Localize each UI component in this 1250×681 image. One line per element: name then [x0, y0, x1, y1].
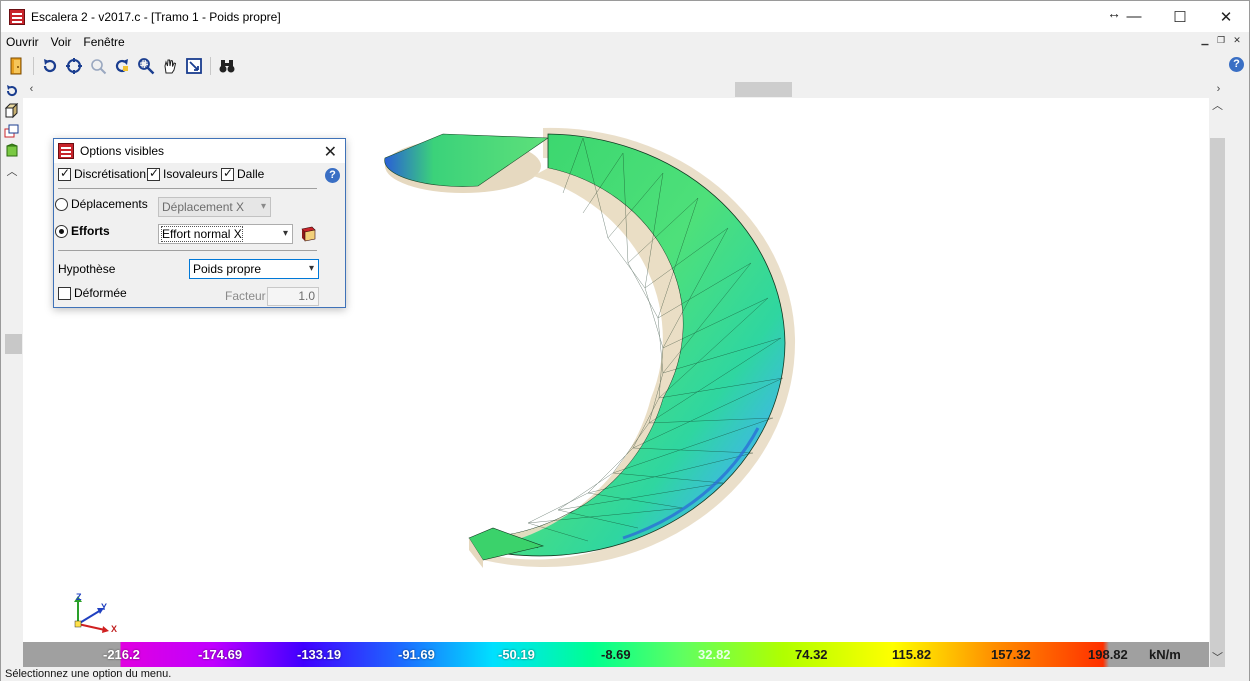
legend-value-7: 74.32 — [795, 647, 828, 662]
close-button[interactable]: ✕ — [1203, 1, 1249, 32]
effort-select[interactable]: Effort normal X ▾ — [158, 224, 293, 244]
scroll-down-arrow-icon[interactable]: ﹀ — [1209, 650, 1226, 667]
open-door-icon[interactable] — [5, 55, 28, 77]
menu-ouvrir[interactable]: Ouvrir — [1, 35, 45, 49]
legend-value-10: 198.82 — [1088, 647, 1128, 662]
legend-value-3: -91.69 — [398, 647, 435, 662]
dialog-help-icon[interactable]: ? — [325, 168, 340, 183]
checkbox-discretisation-row[interactable]: Discrétisation — [58, 166, 147, 181]
fit-view-icon[interactable] — [182, 55, 205, 77]
hypothese-select-value: Poids propre — [193, 262, 262, 276]
binoculars-icon[interactable] — [215, 55, 238, 77]
axis-x-label: X — [111, 624, 118, 634]
book-icon[interactable] — [300, 226, 317, 242]
scroll-up-arrow-icon[interactable]: ︿ — [1209, 98, 1226, 115]
legend-value-0: -216.2 — [103, 647, 140, 662]
checkbox-isovaleurs[interactable] — [147, 166, 160, 181]
legend-value-9: 157.32 — [991, 647, 1031, 662]
facteur-label: Facteur — [225, 289, 266, 303]
legend-value-6: 32.82 — [698, 647, 731, 662]
dialog-app-icon — [58, 143, 74, 159]
app-window: Escalera 2 - v2017.c - [Tramo 1 - Poids … — [0, 0, 1250, 681]
deplacement-select: Déplacement X ▾ — [158, 197, 271, 217]
radio-efforts[interactable] — [55, 224, 68, 238]
horizontal-scroll-thumb[interactable] — [735, 82, 792, 97]
scroll-left-arrow-icon[interactable]: ‹ — [23, 81, 40, 98]
legend-value-5: -8.69 — [601, 647, 631, 662]
cube-view-icon[interactable] — [2, 101, 22, 121]
checkbox-deformee[interactable] — [58, 286, 71, 300]
status-bar: Sélectionnez une option du menu. — [1, 667, 1249, 681]
axis-z-label: Z — [76, 592, 82, 602]
title-bar: Escalera 2 - v2017.c - [Tramo 1 - Poids … — [1, 1, 1249, 32]
radio-deplacements[interactable] — [55, 197, 68, 211]
radio-efforts-label: Efforts — [71, 224, 110, 238]
checkbox-deformee-label: Déformée — [74, 286, 127, 300]
scroll-right-arrow-icon[interactable]: › — [1210, 81, 1227, 98]
results-view-icon[interactable] — [2, 141, 22, 161]
collapse-chevron-icon[interactable]: ︿ — [2, 161, 22, 181]
chevron-down-icon: ▾ — [282, 228, 288, 239]
checkbox-dalle-label: Dalle — [237, 167, 265, 181]
mdi-controls: ▁ ❐ ✕ — [1199, 35, 1243, 47]
menu-bar: Ouvrir Voir Fenêtre — [1, 32, 1249, 52]
zoom-extents-icon[interactable] — [62, 55, 85, 77]
hypothese-label: Hypothèse — [58, 262, 116, 276]
dialog-title-bar[interactable]: Options visibles ✕ — [54, 139, 345, 163]
dialog-separator — [58, 188, 317, 189]
hypothese-select[interactable]: Poids propre ▾ — [189, 259, 319, 279]
checkbox-discretisation[interactable] — [58, 166, 71, 181]
checkbox-discretisation-label: Discrétisation — [74, 167, 147, 181]
dialog-separator — [58, 250, 317, 251]
left-panel-thumb[interactable] — [5, 334, 22, 354]
menu-fenetre[interactable]: Fenêtre — [77, 35, 130, 49]
vertical-scroll-thumb[interactable] — [1210, 138, 1225, 668]
facteur-input: 1.0 — [267, 287, 319, 306]
checkbox-isovaleurs-label: Isovaleurs — [163, 167, 218, 181]
minimize-button[interactable]: — — [1111, 1, 1157, 32]
window-title: Escalera 2 - v2017.c - [Tramo 1 - Poids … — [31, 9, 281, 24]
left-toolbar: ︿ — [2, 81, 22, 667]
checkbox-isovaleurs-row[interactable]: Isovaleurs — [147, 166, 218, 181]
isovalue-legend: -216.2 -174.69 -133.19 -91.69 -50.19 -8.… — [23, 642, 1209, 667]
zoom-window-icon[interactable] — [134, 55, 157, 77]
layers-view-icon[interactable] — [2, 121, 22, 141]
hypothese-label-row: Hypothèse — [58, 262, 115, 276]
checkbox-dalle-row[interactable]: Dalle — [221, 166, 265, 181]
maximize-button[interactable]: ☐ — [1157, 1, 1203, 32]
chevron-down-icon: ▾ — [260, 201, 266, 212]
app-icon — [9, 8, 25, 25]
menu-voir[interactable]: Voir — [45, 35, 78, 49]
mdi-restore-button[interactable]: ❐ — [1215, 35, 1227, 47]
legend-value-2: -133.19 — [297, 647, 342, 662]
horizontal-scrollbar[interactable]: ‹ › — [23, 81, 1227, 98]
legend-value-8: 115.82 — [892, 647, 932, 662]
chevron-down-icon: ▾ — [308, 263, 314, 274]
main-toolbar — [1, 53, 1249, 79]
checkbox-deformee-row[interactable]: Déformée — [58, 286, 127, 300]
redraw-icon[interactable] — [110, 55, 133, 77]
help-icon[interactable]: ? — [1229, 57, 1244, 72]
mdi-close-button[interactable]: ✕ — [1231, 35, 1243, 47]
mdi-minimize-button[interactable]: ▁ — [1199, 35, 1211, 47]
deplacement-select-value: Déplacement X — [162, 200, 245, 214]
vertical-scrollbar[interactable]: ︿ ﹀ — [1209, 98, 1226, 668]
checkbox-dalle[interactable] — [221, 166, 234, 181]
legend-unit: kN/m — [1149, 647, 1181, 662]
options-dialog: Options visibles ✕ Discrétisation Isoval… — [53, 138, 346, 308]
radio-deplacements-row[interactable]: Déplacements — [55, 197, 148, 211]
axis-y-label: Y — [101, 602, 108, 612]
rotate-icon[interactable] — [38, 55, 61, 77]
undo-rotate-icon[interactable] — [2, 81, 22, 101]
effort-select-value: Effort normal X — [161, 226, 243, 242]
legend-value-1: -174.69 — [198, 647, 243, 662]
radio-efforts-row[interactable]: Efforts — [55, 224, 110, 238]
dialog-title: Options visibles — [80, 144, 165, 158]
zoom-previous-icon[interactable] — [86, 55, 109, 77]
dialog-close-button[interactable]: ✕ — [324, 142, 337, 162]
radio-deplacements-label: Déplacements — [71, 197, 148, 211]
legend-value-4: -50.19 — [498, 647, 535, 662]
pan-hand-icon[interactable] — [158, 55, 181, 77]
